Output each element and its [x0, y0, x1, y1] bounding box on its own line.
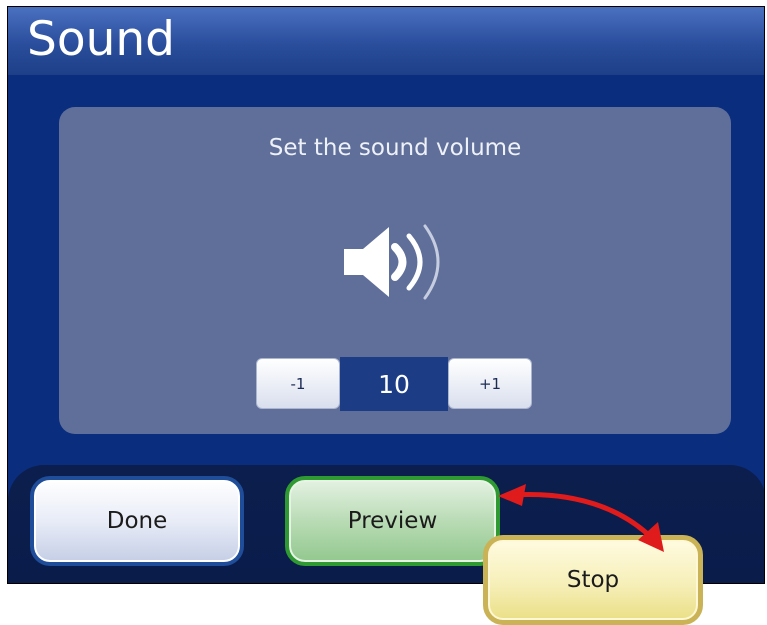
- volume-prompt: Set the sound volume: [268, 135, 522, 161]
- volume-panel: Set the sound volume -1 10 +1: [59, 107, 731, 434]
- preview-button[interactable]: Preview: [285, 476, 500, 566]
- stop-button[interactable]: Stop: [483, 535, 703, 625]
- decrease-volume-button[interactable]: -1: [256, 358, 340, 409]
- done-button[interactable]: Done: [30, 476, 244, 566]
- page-title: Sound: [27, 12, 175, 67]
- speaker-volume-icon: [344, 224, 440, 300]
- volume-stepper: -1 10 +1: [256, 357, 532, 411]
- increase-volume-button[interactable]: +1: [448, 358, 532, 409]
- title-bar: Sound: [8, 7, 764, 75]
- volume-value: 10: [340, 357, 448, 411]
